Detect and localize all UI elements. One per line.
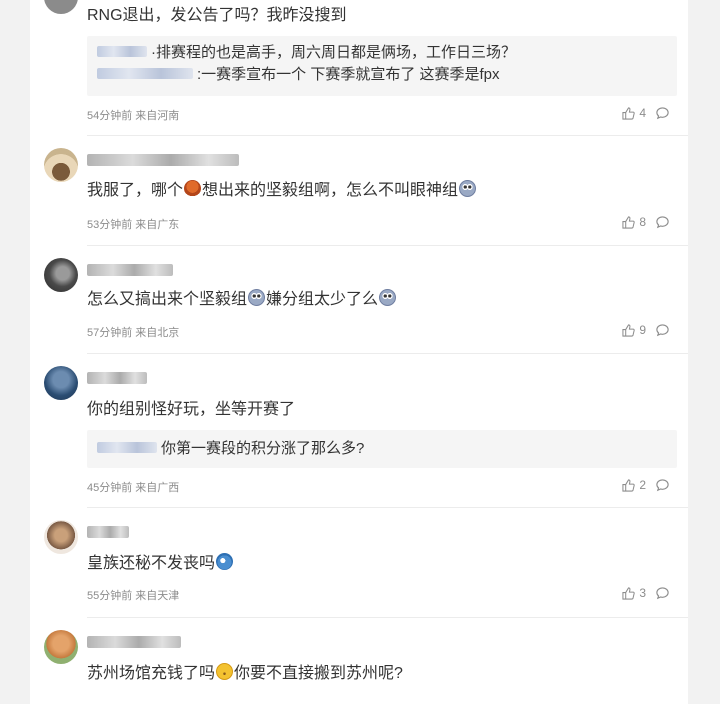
comment-text: 我服了，哪个 想出来的坚毅组啊，怎么不叫眼神组 bbox=[87, 180, 477, 202]
comment-text: 你的组别怪好玩，坐等开赛了 bbox=[87, 401, 296, 418]
reply-quote[interactable]: 你第一赛段的积分涨了那么多? bbox=[87, 430, 677, 468]
comment-item: 怎么又搞出来个坚毅组 嫌分组太少了么 57分钟前 来自北京 9 bbox=[30, 246, 688, 354]
emoji-face-icon bbox=[379, 289, 397, 306]
thumbs-up-icon bbox=[622, 215, 636, 229]
comment-meta: 45分钟前 来自广西 bbox=[87, 482, 180, 494]
reply-text: ·排赛程的也是高手，周六周日都是俩场，工作日三场？ bbox=[151, 44, 516, 61]
comment-meta: 53分钟前 来自广东 bbox=[87, 219, 180, 231]
comment-bubble-icon[interactable] bbox=[655, 323, 670, 338]
comment-meta: 55分钟前 来自天津 bbox=[87, 590, 180, 602]
emoji-smirk-icon bbox=[216, 663, 234, 680]
emoji-octopus-icon bbox=[184, 180, 202, 197]
reply-quote[interactable]: ·排赛程的也是高手，周六周日都是俩场，工作日三场？ :一赛季宣布一个 下赛季就宣… bbox=[87, 36, 677, 96]
comment-text: 苏州场馆充钱了吗 你要不直接搬到苏州呢? bbox=[87, 663, 403, 682]
comment-text: RNG退出，发公告了吗？我昨没搜到 bbox=[87, 7, 347, 24]
comment-bubble-icon[interactable] bbox=[655, 215, 670, 230]
comment-item: RNG退出，发公告了吗？我昨没搜到 ·排赛程的也是高手，周六周日都是俩场，工作日… bbox=[30, 0, 688, 136]
like-button[interactable]: 3 bbox=[622, 586, 646, 600]
avatar[interactable] bbox=[44, 366, 78, 400]
thumbs-up-icon bbox=[622, 586, 636, 600]
like-count: 9 bbox=[639, 323, 646, 337]
comment-bubble-icon[interactable] bbox=[655, 586, 670, 601]
avatar[interactable] bbox=[44, 258, 78, 292]
comment-meta: 54分钟前 来自河南 bbox=[87, 110, 180, 122]
username[interactable] bbox=[87, 154, 239, 166]
thumbs-up-icon bbox=[622, 323, 636, 337]
like-button[interactable]: 8 bbox=[622, 215, 646, 229]
comment-meta: 57分钟前 来自北京 bbox=[87, 327, 180, 339]
thumbs-up-icon bbox=[622, 106, 636, 120]
avatar[interactable] bbox=[44, 520, 78, 554]
username[interactable] bbox=[87, 372, 147, 384]
like-button[interactable]: 4 bbox=[622, 106, 646, 120]
like-count: 3 bbox=[639, 586, 646, 600]
comment-text: 怎么又搞出来个坚毅组 嫌分组太少了么 bbox=[87, 289, 397, 311]
reply-text: 你第一赛段的积分涨了那么多? bbox=[161, 440, 365, 457]
reply-username[interactable] bbox=[97, 442, 157, 453]
reply-username[interactable] bbox=[97, 46, 147, 57]
avatar[interactable] bbox=[44, 630, 78, 664]
comment-text: 皇族还秘不发丧吗 bbox=[87, 553, 234, 575]
avatar[interactable] bbox=[44, 148, 78, 182]
emoji-face-icon bbox=[248, 289, 266, 306]
username[interactable] bbox=[87, 526, 129, 538]
comment-item: 我服了，哪个 想出来的坚毅组啊，怎么不叫眼神组 53分钟前 来自广东 8 bbox=[30, 136, 688, 246]
comment-bubble-icon[interactable] bbox=[655, 478, 670, 493]
like-count: 8 bbox=[639, 215, 646, 229]
comment-list: RNG退出，发公告了吗？我昨没搜到 ·排赛程的也是高手，周六周日都是俩场，工作日… bbox=[30, 0, 688, 704]
comment-item: 你的组别怪好玩，坐等开赛了 你第一赛段的积分涨了那么多? 45分钟前 来自广西 … bbox=[30, 354, 688, 508]
username[interactable] bbox=[87, 264, 173, 276]
comment-item: 皇族还秘不发丧吗 55分钟前 来自天津 3 bbox=[30, 508, 688, 618]
reply-username[interactable] bbox=[97, 68, 193, 79]
like-count: 4 bbox=[639, 106, 646, 120]
like-button[interactable]: 2 bbox=[622, 478, 646, 492]
like-count: 2 bbox=[639, 478, 646, 492]
emoji-doge-icon bbox=[216, 553, 234, 570]
comment-item: 苏州场馆充钱了吗 你要不直接搬到苏州呢? bbox=[30, 618, 688, 704]
avatar[interactable] bbox=[44, 0, 78, 14]
emoji-face-icon bbox=[459, 180, 477, 197]
username[interactable] bbox=[87, 636, 181, 648]
like-button[interactable]: 9 bbox=[622, 323, 646, 337]
comment-bubble-icon[interactable] bbox=[655, 106, 670, 121]
thumbs-up-icon bbox=[622, 478, 636, 492]
reply-text: :一赛季宣布一个 下赛季就宣布了 这赛季是fpx bbox=[197, 66, 500, 83]
